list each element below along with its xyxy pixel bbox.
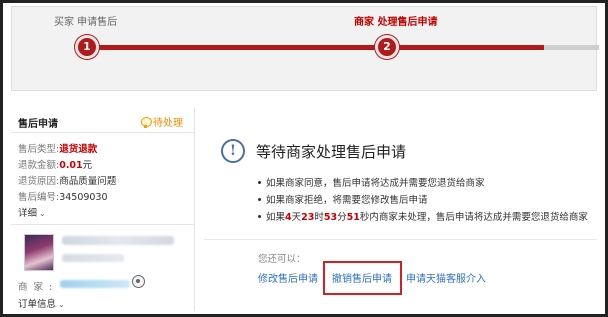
also-label: 您还可以： (258, 254, 306, 265)
countdown-seconds: 51 (346, 212, 360, 223)
order-info-label: 订单信息 (18, 299, 57, 310)
countdown-suffix: 内商家未处理，售后申请将达成并需要您退货给商家 (369, 212, 588, 223)
notice-text: 如果商家同意，售后申请将达成并需要您退货给商家 (266, 178, 485, 189)
step-1-marker: 1 (75, 35, 99, 59)
bullet (258, 215, 261, 218)
chat-icon[interactable] (132, 275, 145, 288)
countdown-notice: 如果4天23时53分51秒内商家未处理，售后申请将达成并需要您退货给商家 (258, 209, 588, 223)
countdown-prefix: 如果 (266, 212, 286, 223)
info-row-type: 售后类型:退货退款 (18, 141, 97, 155)
step-2-label: 商家 处理售后申请 (354, 17, 438, 28)
bullet (258, 181, 261, 184)
seller-name-blurred[interactable] (60, 280, 130, 288)
info-key: 退款金额: (18, 160, 60, 171)
info-value: 34509030 (59, 192, 108, 203)
info-key: 售后编号: (18, 192, 60, 203)
info-unit: 元 (82, 160, 93, 171)
countdown-unit: 天 (291, 212, 302, 223)
info-key: 退货原因: (18, 176, 60, 187)
product-thumbnail[interactable] (24, 234, 54, 271)
lightbulb-icon (141, 117, 152, 128)
countdown-days: 4 (285, 212, 292, 223)
divider (11, 224, 195, 225)
info-key: 售后类型: (18, 144, 60, 155)
product-title-blurred (62, 236, 174, 245)
info-row-reason: 退货原因:商品质量问题 (18, 173, 116, 187)
detail-toggle[interactable]: 详细 ⌄ (18, 205, 46, 219)
exclamation-icon: ! (221, 139, 245, 163)
seller-label: 商家: (18, 282, 59, 293)
summary-header: 售后申请 待处理 (11, 108, 195, 133)
info-row-number: 售后编号:34509030 (18, 189, 108, 203)
order-info-toggle[interactable]: 订单信息 ⌄ (18, 296, 65, 310)
info-value: 商品质量问题 (59, 176, 117, 187)
pending-status: 待处理 (141, 114, 183, 129)
notice-item: 如果商家拒绝，将需要您修改售后申请 (258, 192, 428, 206)
countdown-hours: 23 (301, 212, 315, 223)
info-value: 退货退款 (59, 144, 98, 155)
modify-request-link[interactable]: 修改售后申请 (258, 270, 318, 285)
chevron-down-icon: ⌄ (58, 300, 65, 309)
aftersale-summary-panel: 售后申请 待处理 售后类型:退货退款 退款金额:0.01元 退货原因:商品质量问… (11, 108, 195, 311)
progress-bar-section: 买家 申请售后 商家 处理售后申请 1 2 (11, 6, 599, 91)
step-1-label: 买家 申请售后 (54, 17, 118, 28)
chevron-down-icon: ⌄ (39, 209, 46, 218)
countdown-unit: 分 (337, 212, 347, 223)
notice-text: 如果商家拒绝，将需要您修改售后申请 (266, 195, 428, 206)
countdown-unit: 时 (314, 212, 324, 223)
aftersale-status-panel: ! 等待商家处理售后申请 如果商家同意，售后申请将达成并需要您退货给商家 如果商… (196, 108, 597, 311)
detail-toggle-label: 详细 (18, 208, 38, 219)
progress-track-fill (87, 45, 544, 50)
pending-status-text: 待处理 (153, 118, 183, 129)
countdown-minutes: 53 (323, 212, 338, 223)
step-2-marker: 2 (375, 35, 399, 59)
tmall-service-link[interactable]: 申请天猫客服介入 (406, 270, 486, 285)
cancel-request-link[interactable]: 撤销售后申请 (332, 270, 392, 285)
notice-item: 如果商家同意，售后申请将达成并需要您退货给商家 (258, 175, 485, 189)
countdown-unit: 秒 (359, 212, 370, 223)
info-value: 0.01 (59, 160, 83, 171)
info-row-amount: 退款金额:0.01元 (18, 157, 92, 171)
bullet (258, 198, 261, 201)
divider (204, 239, 597, 240)
product-spec-blurred (62, 254, 124, 262)
status-title: 等待商家处理售后申请 (256, 143, 407, 161)
summary-title: 售后申请 (18, 119, 58, 130)
